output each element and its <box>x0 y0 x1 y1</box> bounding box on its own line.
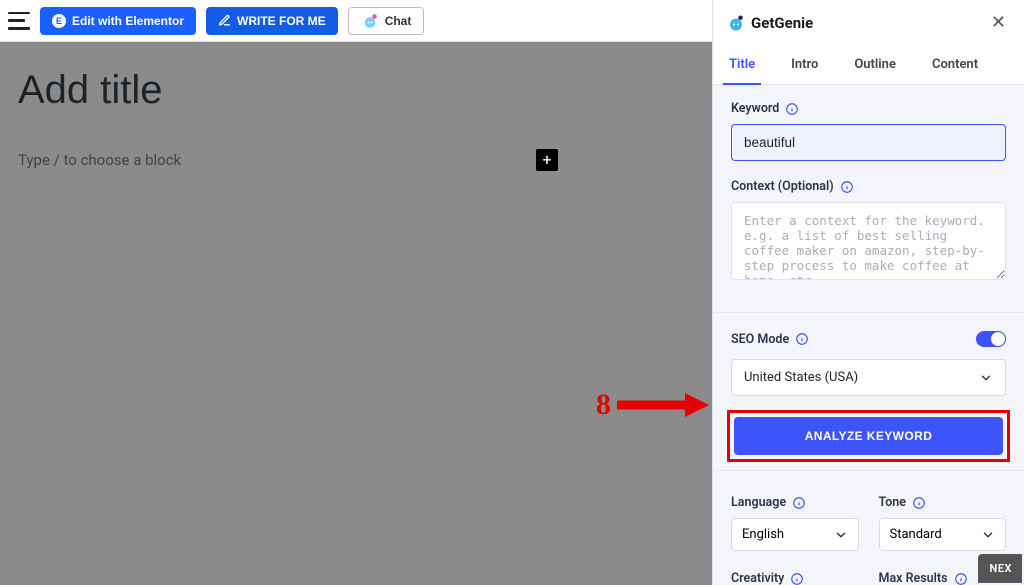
analyze-highlight-box: ANALYZE KEYWORD <box>727 410 1010 462</box>
info-icon <box>912 496 926 510</box>
close-panel-button[interactable]: ✕ <box>987 10 1010 35</box>
panel-brand: GetGenie <box>727 14 813 32</box>
edit-elementor-button[interactable]: E Edit with Elementor <box>40 7 196 35</box>
next-button[interactable]: NEX <box>978 554 1022 583</box>
panel-body: Keyword Context (Optional) SEO Mode <box>713 85 1024 585</box>
chevron-down-icon <box>834 528 848 542</box>
language-value: English <box>742 527 784 542</box>
seo-mode-label: SEO Mode <box>731 332 809 347</box>
getgenie-panel: GetGenie ✕ Title Intro Outline Content K… <box>712 0 1024 585</box>
info-icon <box>790 572 804 585</box>
keyword-label: Keyword <box>731 101 1006 116</box>
keyword-input[interactable] <box>731 124 1006 161</box>
block-hint: Type / to choose a block <box>18 151 181 169</box>
tab-title[interactable]: Title <box>725 47 759 84</box>
language-label: Language <box>731 495 859 510</box>
analyze-keyword-button[interactable]: ANALYZE KEYWORD <box>734 417 1003 455</box>
edit-elementor-label: Edit with Elementor <box>72 14 184 28</box>
country-value: United States (USA) <box>744 370 858 385</box>
write-for-me-label: WRITE FOR ME <box>237 14 326 28</box>
getgenie-logo-icon <box>727 14 745 32</box>
editor-body: Type / to choose a block + <box>0 42 712 585</box>
add-block-button[interactable]: + <box>536 149 558 171</box>
creativity-label: Creativity <box>731 571 859 585</box>
tab-outline[interactable]: Outline <box>850 47 900 84</box>
info-icon <box>840 180 854 194</box>
tab-content[interactable]: Content <box>928 47 982 84</box>
context-textarea[interactable] <box>731 202 1006 280</box>
elementor-icon: E <box>52 14 66 28</box>
info-icon <box>954 572 968 585</box>
brand-name: GetGenie <box>751 14 813 32</box>
info-icon <box>795 332 809 346</box>
tone-label: Tone <box>879 495 1007 510</box>
topbar: E Edit with Elementor WRITE FOR ME Chat <box>0 0 712 42</box>
info-icon <box>792 496 806 510</box>
chevron-down-icon <box>979 371 993 385</box>
info-icon <box>785 102 799 116</box>
editor-area: E Edit with Elementor WRITE FOR ME Chat … <box>0 0 712 585</box>
tone-value: Standard <box>890 527 942 542</box>
pencil-icon <box>218 14 231 27</box>
chevron-down-icon <box>981 528 995 542</box>
tone-select[interactable]: Standard <box>879 518 1007 551</box>
panel-tabs: Title Intro Outline Content <box>713 43 1024 85</box>
context-label: Context (Optional) <box>731 179 1006 194</box>
tab-intro[interactable]: Intro <box>787 47 822 84</box>
chat-label: Chat <box>385 14 412 28</box>
country-select[interactable]: United States (USA) <box>731 359 1006 396</box>
seo-mode-toggle[interactable] <box>976 331 1006 347</box>
genie-chat-icon <box>361 12 379 30</box>
language-select[interactable]: English <box>731 518 859 551</box>
write-for-me-button[interactable]: WRITE FOR ME <box>206 7 338 35</box>
chat-button[interactable]: Chat <box>348 7 425 35</box>
divider <box>713 470 1024 471</box>
menu-icon[interactable] <box>8 12 30 30</box>
post-title-input[interactable] <box>18 68 694 113</box>
